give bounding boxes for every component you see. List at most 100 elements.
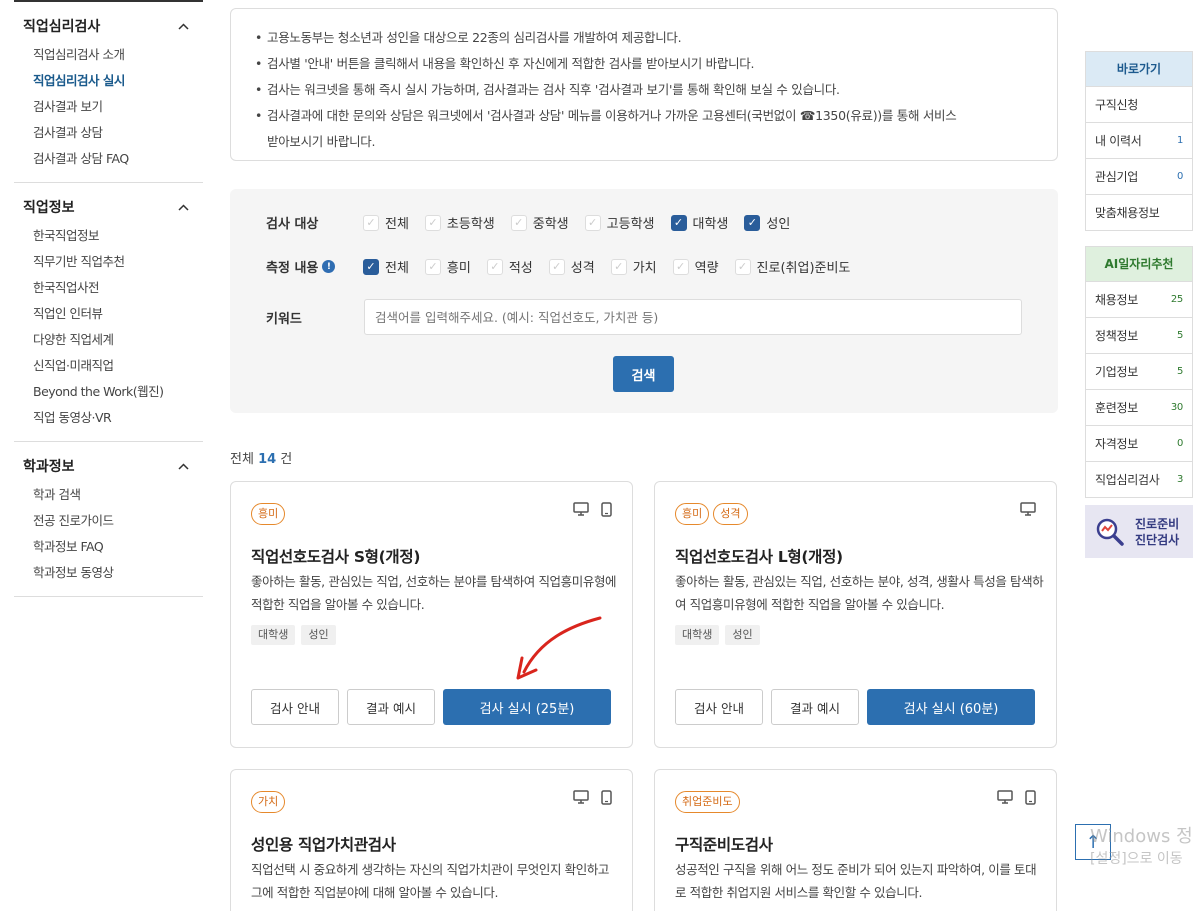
- sidebar-item[interactable]: 학과정보 동영상: [14, 560, 203, 586]
- checkbox-label: 중학생: [532, 217, 569, 232]
- mobile-icon: [1025, 790, 1036, 805]
- filter-checkbox[interactable]: ✓ 성격: [548, 257, 595, 276]
- notice-item: 검사결과에 대한 문의와 상담은 워크넷에서 '검사결과 상담' 메뉴를 이용하…: [255, 103, 1037, 129]
- card-title: 직업선호도검사 L형(개정): [675, 548, 843, 566]
- red-arrow-annotation: [516, 616, 602, 680]
- quick-link-label: 맞춤채용정보: [1095, 206, 1160, 220]
- audience-badge: 성인: [725, 625, 760, 645]
- start-test-button[interactable]: 검사 실시 (25분): [443, 689, 611, 725]
- sidebar-item[interactable]: 직업 동영상·VR: [14, 405, 203, 431]
- card-buttons: 검사 안내 결과 예시 검사 실시 (25분): [251, 689, 611, 725]
- checkbox-icon[interactable]: ✓: [610, 258, 627, 275]
- sidebar-item[interactable]: 한국직업정보: [14, 223, 203, 249]
- filter-checkbox[interactable]: ✓ 가치: [610, 257, 657, 276]
- checkbox-icon[interactable]: ✓: [510, 214, 527, 231]
- checkbox-icon[interactable]: ✓: [363, 214, 379, 231]
- quick-link-item[interactable]: 기업정보 5: [1086, 353, 1192, 389]
- monitor-icon: [997, 790, 1013, 805]
- card-audience: 대학생 성인: [251, 625, 336, 645]
- filter-checkbox[interactable]: ✓ 전체: [363, 257, 409, 276]
- result-example-button[interactable]: 결과 예시: [771, 689, 859, 725]
- sidebar-item[interactable]: 직업심리검사 실시: [14, 68, 203, 94]
- checkbox-icon[interactable]: ✓: [424, 258, 441, 275]
- filter-checkbox[interactable]: ✓ 진로(취업)준비도: [734, 257, 850, 276]
- quick-link-item[interactable]: 직업심리검사 3: [1086, 461, 1192, 497]
- card-tags: 가치: [251, 791, 286, 813]
- quick-link-label: 직업심리검사: [1095, 473, 1160, 487]
- filter-checkbox[interactable]: ✓ 중학생: [510, 213, 569, 232]
- filter-checkbox[interactable]: ✓ 고등학생: [584, 213, 655, 232]
- career-readiness-banner[interactable]: 진로준비 진단검사: [1085, 505, 1193, 558]
- checkbox-icon[interactable]: ✓: [670, 214, 687, 231]
- filter-checkbox[interactable]: ✓ 초등학생: [424, 213, 495, 232]
- card-title: 구직준비도검사: [675, 836, 773, 854]
- results-suffix: 건: [280, 452, 293, 467]
- checkbox-icon[interactable]: ✓: [486, 258, 503, 275]
- checkbox-label: 대학생: [692, 217, 729, 232]
- checkbox-icon[interactable]: ✓: [744, 214, 761, 231]
- quick-link-item[interactable]: 채용정보 25: [1086, 281, 1192, 317]
- sidebar-item[interactable]: 다양한 직업세계: [14, 327, 203, 353]
- mobile-icon: [601, 790, 612, 805]
- sidebar-item[interactable]: 검사결과 상담: [14, 120, 203, 146]
- checkbox-icon[interactable]: ✓: [672, 258, 689, 275]
- checkbox-icon[interactable]: ✓: [548, 258, 565, 275]
- test-guide-button[interactable]: 검사 안내: [251, 689, 339, 725]
- quick-link-item[interactable]: 관심기업 0: [1086, 158, 1192, 194]
- quick-link-count: 5: [1176, 366, 1183, 377]
- filter-checkbox[interactable]: ✓ 역량: [672, 257, 719, 276]
- card-description: 직업선택 시 중요하게 생각하는 자신의 직업가치관이 무엇인지 확인하고 그에…: [251, 862, 610, 900]
- start-test-button[interactable]: 검사 실시 (60분): [867, 689, 1035, 725]
- sidebar-section-header[interactable]: 학과정보: [14, 452, 203, 482]
- notice-item: 받아보시기 바랍니다.: [267, 134, 376, 149]
- filter-checkbox[interactable]: ✓ 전체: [363, 213, 409, 232]
- quick-link-item[interactable]: 맞춤채용정보: [1086, 194, 1192, 230]
- sidebar-section-header[interactable]: 직업심리검사: [14, 12, 203, 42]
- sidebar-item[interactable]: 직무기반 직업추천: [14, 249, 203, 275]
- sidebar-item[interactable]: 학과정보 FAQ: [14, 534, 203, 560]
- checkbox-icon[interactable]: ✓: [584, 214, 601, 231]
- keyword-input[interactable]: [364, 299, 1022, 335]
- quick-link-count: 0: [1176, 438, 1183, 449]
- sidebar-item[interactable]: 전공 진로가이드: [14, 508, 203, 534]
- sidebar-item[interactable]: Beyond the Work(웹진): [14, 379, 203, 405]
- quick-link-item[interactable]: 훈련정보 30: [1086, 389, 1192, 425]
- quick-link-label: 구직신청: [1095, 98, 1138, 112]
- quick-link-item[interactable]: 구직신청: [1086, 86, 1192, 122]
- checkbox-icon[interactable]: ✓: [734, 258, 751, 275]
- measure-filter-label-wrap: 측정 내용 !: [266, 257, 363, 276]
- checkbox-icon[interactable]: ✓: [363, 258, 379, 275]
- quick-link-label: 기업정보: [1095, 365, 1138, 379]
- test-guide-button[interactable]: 검사 안내: [675, 689, 763, 725]
- checkbox-label: 고등학생: [606, 217, 655, 232]
- quick-link-item[interactable]: 자격정보 0: [1086, 425, 1192, 461]
- quick-link-item[interactable]: 내 이력서 1: [1086, 122, 1192, 158]
- sidebar-item[interactable]: 직업인 인터뷰: [14, 301, 203, 327]
- target-filter-label: 검사 대상: [266, 217, 319, 232]
- quick-link-count: 5: [1176, 330, 1183, 341]
- results-count: 전체 14 건: [230, 448, 292, 467]
- sidebar-section: 학과정보 학과 검색 전공 진로가이드 학과정보 FAQ 학과정보 동영상: [14, 442, 203, 597]
- filter-checkbox[interactable]: ✓ 적성: [486, 257, 533, 276]
- card-description: 성공적인 구직을 위해 어느 정도 준비가 되어 있는지 파악하여, 이를 토대…: [675, 862, 1037, 900]
- career-banner-line2: 진단검사: [1135, 532, 1180, 547]
- filter-checkbox[interactable]: ✓ 성인: [744, 213, 790, 232]
- sidebar-item[interactable]: 학과 검색: [14, 482, 203, 508]
- checkbox-icon[interactable]: ✓: [424, 214, 441, 231]
- sidebar-item[interactable]: 직업심리검사 소개: [14, 42, 203, 68]
- career-banner-text: 진로준비 진단검사: [1135, 516, 1179, 548]
- sidebar-item[interactable]: 검사결과 보기: [14, 94, 203, 120]
- sidebar-item[interactable]: 신직업·미래직업: [14, 353, 203, 379]
- filter-checkbox[interactable]: ✓ 대학생: [670, 213, 729, 232]
- search-button[interactable]: 검색: [613, 356, 674, 392]
- sidebar-section-header[interactable]: 직업정보: [14, 193, 203, 223]
- filter-checkbox[interactable]: ✓ 흥미: [424, 257, 471, 276]
- sidebar-item[interactable]: 한국직업사전: [14, 275, 203, 301]
- device-icons: [573, 502, 612, 517]
- test-card: 흥미 성격 직업선호도검사 L형(개정) 좋아하는 활동, 관심있는 직업, 선호하는…: [654, 481, 1057, 748]
- result-example-button[interactable]: 결과 예시: [347, 689, 435, 725]
- sidebar-item[interactable]: 검사결과 상담 FAQ: [14, 146, 203, 172]
- quick-link-item[interactable]: 정책정보 5: [1086, 317, 1192, 353]
- keyword-row: 키워드: [266, 308, 363, 327]
- info-icon[interactable]: !: [322, 260, 336, 273]
